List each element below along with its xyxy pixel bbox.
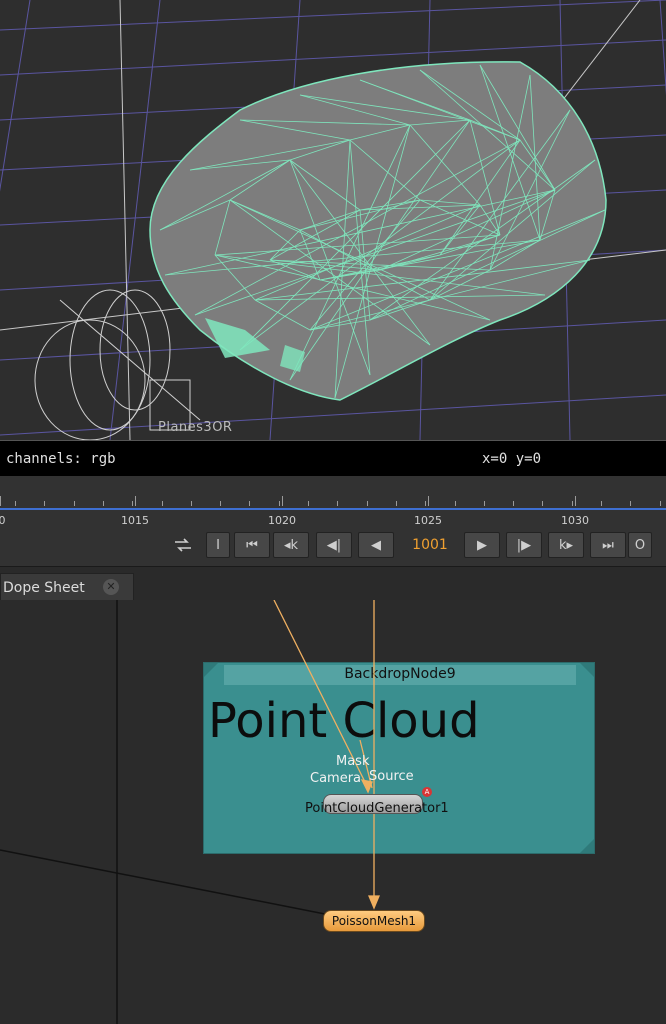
timeline-minor-tick [132,501,133,506]
timeline-major-tick [428,496,429,506]
node-label-point-cloud-generator: PointCloudGenerator1 [305,801,449,816]
timeline-minor-tick [44,501,45,506]
timeline-minor-tick [572,501,573,506]
timeline-minor-tick [337,501,338,506]
tab-label: Dope Sheet [3,580,85,596]
backdrop-title: Point Cloud [208,693,480,749]
timeline-minor-tick [74,501,75,506]
timeline-tick-label: 1025 [414,514,442,527]
timeline-minor-tick [455,501,456,506]
timeline-minor-tick [630,501,631,506]
timeline-tick-label: 1030 [561,514,589,527]
timeline-minor-tick [162,501,163,506]
prev-increment-icon[interactable]: ◀| [316,532,352,558]
backdrop-name: BackdropNode9 [344,666,456,682]
play-forward-icon[interactable]: ▶ [464,532,500,558]
backdrop-node[interactable]: BackdropNode9 Point Cloud [203,662,595,854]
set-out-point-button[interactable]: O [628,532,652,558]
timeline-minor-tick [279,501,280,506]
prev-keyframe-icon[interactable]: ◂k [273,532,309,558]
tab-dope-sheet[interactable]: Dope Sheet ✕ [0,573,134,601]
timeline-major-tick [282,496,283,506]
backdrop-corner [204,663,218,677]
transport-controls: I ⏮ ◂k ◀| ◀ 1001 ▶ |▶ k▸ ⏭ O [0,528,666,566]
timeline-tick-label: 1015 [121,514,149,527]
last-frame-icon[interactable]: ⏭ [590,532,626,558]
backdrop-resize-handle[interactable] [580,839,594,853]
next-increment-icon[interactable]: |▶ [506,532,542,558]
viewer-info-bar: channels: rgb x=0 y=0 [0,440,666,477]
port-label-camera: Camera [310,771,362,786]
timeline-minor-tick [220,501,221,506]
set-in-point-button[interactable]: I [206,532,230,558]
viewer-object-label: Planes3OR [158,420,233,435]
port-label-source: Source [369,769,414,784]
timeline-minor-tick [15,501,16,506]
timeline-major-tick [135,496,136,506]
timeline-major-tick [0,496,1,506]
timeline-ruler[interactable]: 0 1015 1020 1025 1030 [0,476,666,534]
loop-icon[interactable] [168,532,198,558]
timeline-minor-tick [513,501,514,506]
channels-readout: channels: rgb [6,451,116,467]
timeline-minor-tick [601,501,602,506]
timeline-minor-tick [308,501,309,506]
timeline-minor-tick [542,501,543,506]
timeline-tick-label: 0 [0,514,6,527]
node-graph[interactable]: BackdropNode9 Point Cloud Mask Camera So… [0,600,666,1024]
backdrop-corner [580,663,594,677]
node-poisson-mesh[interactable]: PoissonMesh1 [323,910,425,932]
timeline-major-tick [575,496,576,506]
timeline-minor-tick [484,501,485,506]
next-keyframe-icon[interactable]: k▸ [548,532,584,558]
cursor-coords-readout: x=0 y=0 [482,451,542,467]
timeline-minor-tick [249,501,250,506]
camera-gizmo [34,289,201,440]
timeline-minor-tick [396,501,397,506]
port-label-mask: Mask [336,754,370,769]
play-backward-icon[interactable]: ◀ [358,532,394,558]
node-badge-icon: A [422,787,432,797]
panel-tab-bar: Dope Sheet ✕ [0,566,666,601]
timeline-range-bar[interactable] [0,508,666,510]
timeline-minor-tick [103,501,104,506]
poisson-mesh-shape [149,61,607,401]
viewer-canvas [0,0,666,440]
current-frame-field[interactable]: 1001 [400,532,460,558]
timeline-minor-tick [660,501,661,506]
timeline-minor-tick [191,501,192,506]
timeline-minor-tick [367,501,368,506]
first-frame-icon[interactable]: ⏮ [234,532,270,558]
close-icon[interactable]: ✕ [103,579,119,595]
3d-viewer[interactable]: Planes3OR [0,0,666,440]
timeline-minor-tick [425,501,426,506]
timeline-tick-label: 1020 [268,514,296,527]
